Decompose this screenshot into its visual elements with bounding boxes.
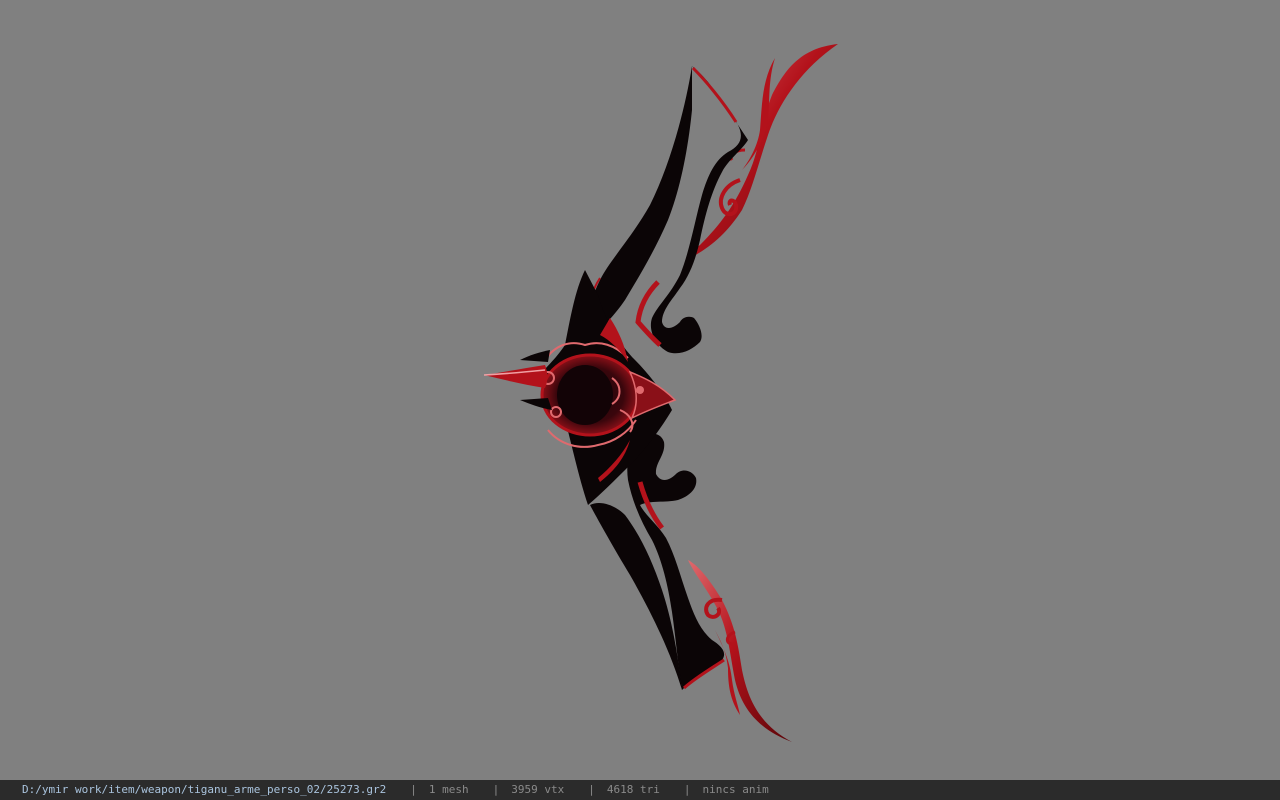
animation-status: nincs anim [702,783,769,796]
3d-viewport[interactable] [0,0,1280,780]
bow-model[interactable] [0,0,1280,780]
mesh-count: 1 mesh [428,783,469,796]
vertex-count: 3959 vtx [511,783,565,796]
separator: | [492,783,500,796]
separator: | [588,783,595,796]
separator: | [410,783,417,796]
status-bar: D:/ymir work/item/weapon/tiganu_arme_per… [0,780,1280,800]
file-path: D:/ymir work/item/weapon/tiganu_arme_per… [22,783,387,796]
upper-red-tendril [687,44,838,258]
grip-spike [483,350,552,410]
triangle-count: 4618 tri [606,783,660,796]
separator: | [683,783,691,796]
